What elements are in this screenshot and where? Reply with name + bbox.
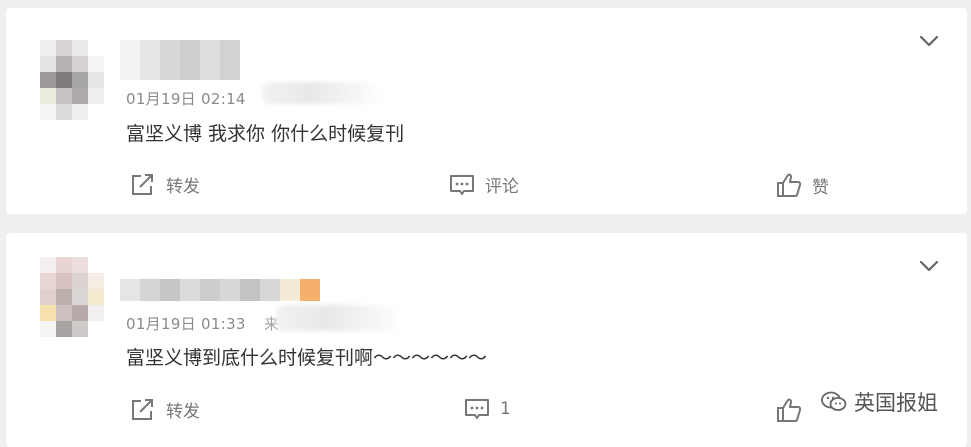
watermark: 英国报姐 bbox=[816, 385, 942, 419]
like-icon bbox=[777, 398, 802, 422]
wechat-icon bbox=[821, 391, 847, 411]
post-time: 01月19日 02:14 bbox=[126, 90, 246, 108]
repost-button[interactable]: 转发 bbox=[130, 397, 200, 422]
comment-text: 富坚义博 我求你 你什么时候复刊 bbox=[126, 123, 405, 145]
watermark-text: 英国报姐 bbox=[854, 391, 938, 415]
comment-card: 01月19日 02:14 富坚义博 我求你 你什么时候复刊 转发 评论 赞 bbox=[6, 8, 967, 214]
avatar[interactable] bbox=[40, 257, 104, 337]
like-label: 赞 bbox=[812, 177, 829, 198]
repost-label: 转发 bbox=[166, 402, 200, 422]
comment-card: 01月19日 01:33 来 富坚义博到底什么时候复刊啊～～～～～～ 转发 1 bbox=[6, 233, 967, 447]
username-blurred[interactable] bbox=[120, 279, 320, 301]
comment-icon bbox=[450, 174, 474, 195]
chevron-down-icon[interactable] bbox=[919, 34, 939, 48]
repost-button[interactable]: 转发 bbox=[130, 172, 200, 197]
username-blurred[interactable] bbox=[120, 40, 240, 80]
comment-count: 1 bbox=[500, 399, 511, 419]
comment-label: 评论 bbox=[485, 177, 519, 197]
avatar[interactable] bbox=[40, 40, 104, 120]
comment-button[interactable]: 1 bbox=[464, 397, 511, 421]
source-blurred bbox=[262, 82, 382, 104]
source-blurred bbox=[276, 305, 402, 331]
comment-text: 富坚义博到底什么时候复刊啊～～～～～～ bbox=[126, 347, 488, 369]
repost-icon bbox=[132, 398, 153, 420]
repost-icon bbox=[132, 173, 153, 195]
chevron-down-icon[interactable] bbox=[919, 259, 939, 273]
like-icon bbox=[777, 173, 802, 197]
like-button[interactable] bbox=[776, 397, 802, 423]
post-time: 01月19日 01:33 bbox=[126, 315, 246, 333]
like-button[interactable]: 赞 bbox=[776, 172, 829, 198]
comment-button[interactable]: 评论 bbox=[449, 172, 519, 197]
repost-label: 转发 bbox=[166, 177, 200, 197]
comment-icon bbox=[465, 399, 489, 419]
